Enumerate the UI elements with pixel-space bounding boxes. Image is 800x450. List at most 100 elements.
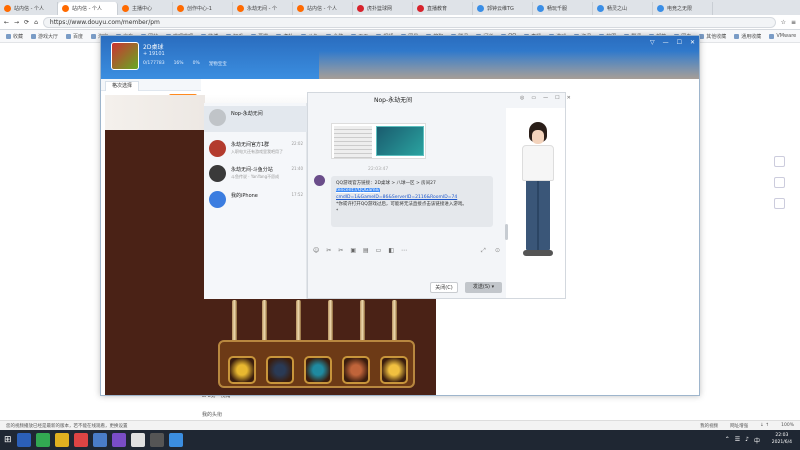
send-button[interactable]: 发送(S) ▾ bbox=[465, 282, 502, 293]
volume-icon[interactable]: ♪ bbox=[745, 436, 749, 445]
settings-icon[interactable]: ◎ bbox=[520, 95, 524, 101]
chat-list-item[interactable]: 永劫无间-斗鱼分站 斗鱼传说 · YanYang不愿成 21:40 bbox=[204, 162, 307, 188]
bookmark-item[interactable]: 其他收藏 bbox=[699, 33, 726, 40]
forward-icon[interactable]: → bbox=[14, 19, 19, 26]
url-input[interactable]: https://www.douyu.com/member/pm bbox=[42, 16, 776, 28]
status-tool[interactable]: 我的视频 bbox=[700, 423, 718, 429]
browser-tab[interactable]: 创作中心-1 bbox=[173, 2, 233, 15]
bookmark-item[interactable]: 百度 bbox=[66, 33, 83, 40]
dropdown-icon[interactable]: ▽ bbox=[650, 39, 655, 46]
home-icon[interactable]: ⌂ bbox=[34, 19, 38, 26]
browser-tab[interactable]: 站内信 - 个人 bbox=[293, 2, 353, 15]
chat-list-item[interactable]: 我的iPhone 17:52 bbox=[204, 188, 307, 214]
back-icon[interactable]: ← bbox=[4, 19, 9, 26]
emoji-icon[interactable]: ☺ bbox=[313, 247, 319, 257]
side-tool-button[interactable] bbox=[774, 177, 785, 188]
folder-icon[interactable]: ▣ bbox=[350, 247, 356, 257]
taskbar-app-icon[interactable] bbox=[73, 433, 88, 447]
network-icon[interactable]: ☰ bbox=[735, 436, 740, 445]
screen-icon[interactable]: ▭ bbox=[376, 247, 382, 257]
side-tool-button[interactable] bbox=[774, 156, 785, 167]
ime-icon[interactable]: 中 bbox=[754, 436, 760, 445]
browser-tab[interactable]: 永劫无间 - 个 bbox=[233, 2, 293, 15]
scissors-icon[interactable]: ✂ bbox=[338, 247, 343, 257]
browser-tab[interactable]: 畅灵之山 bbox=[593, 2, 653, 15]
skill-icon[interactable] bbox=[304, 356, 332, 384]
taskbar-app-icon[interactable] bbox=[92, 433, 107, 447]
taskbar-app-icon[interactable] bbox=[168, 433, 183, 447]
windows-start-icon[interactable]: ⊞ bbox=[4, 435, 12, 445]
bookmark-item[interactable]: 游戏大厅 bbox=[31, 33, 58, 40]
bookmark-label: 收藏 bbox=[13, 33, 24, 40]
browser-tab[interactable]: 郭钟云维TG bbox=[473, 2, 533, 15]
taskbar-clock[interactable]: 22:03 2021/6/4 bbox=[772, 432, 792, 446]
menu-icon[interactable]: ≡ bbox=[791, 19, 796, 26]
gif-icon[interactable]: ✂ bbox=[326, 247, 331, 257]
browser-tab[interactable]: 主播中心 bbox=[118, 2, 173, 15]
message-bubble: QQ游戏官方链接：2D桌球 > 八球一区 > 房间27 tencent://QQ… bbox=[331, 176, 493, 227]
tab-favicon-icon bbox=[597, 5, 604, 12]
qq-nickname: 2D桌球 bbox=[143, 44, 164, 51]
taskbar-app-icon[interactable] bbox=[35, 433, 50, 447]
skill-icon[interactable] bbox=[228, 356, 256, 384]
tab-favicon-icon bbox=[122, 5, 129, 12]
browser-tab[interactable]: 站内信 - 个人 bbox=[58, 2, 118, 15]
taskbar-app-icon[interactable] bbox=[111, 433, 126, 447]
star-icon[interactable]: ☆ bbox=[781, 19, 786, 26]
tab-favicon-icon bbox=[4, 5, 11, 12]
refresh-icon[interactable]: ⟳ bbox=[24, 19, 29, 26]
image-message[interactable] bbox=[331, 123, 426, 159]
qq-stat[interactable]: 宠物宝宝 bbox=[209, 61, 227, 67]
minimize-icon[interactable]: — bbox=[663, 39, 669, 46]
skill-icon[interactable] bbox=[380, 356, 408, 384]
game-link[interactable]: cmdID=1&GameID=86&ServerID=2116&RoomID=7… bbox=[336, 194, 488, 201]
taskbar-app-icon[interactable] bbox=[16, 433, 31, 447]
bookmark-item[interactable]: 收藏 bbox=[6, 33, 23, 40]
browser-tab[interactable]: 直播教育 bbox=[413, 2, 473, 15]
bookmark-item[interactable]: 通用收藏 bbox=[734, 33, 761, 40]
close-icon[interactable]: ✕ bbox=[567, 95, 571, 101]
skill-icon[interactable] bbox=[266, 356, 294, 384]
status-tool[interactable]: 网址增强 bbox=[730, 423, 748, 429]
maximize-icon[interactable]: ☐ bbox=[677, 39, 682, 46]
browser-tab[interactable]: 站内信 - 个人 bbox=[0, 2, 58, 15]
bookmark-item[interactable]: VMware bbox=[769, 33, 796, 39]
browser-tab[interactable]: 虎扑篮球网 bbox=[353, 2, 413, 15]
contact-last-message: 斗鱼传说 · YanYang不愿成 bbox=[231, 174, 280, 179]
restore-icon[interactable]: ▭ bbox=[531, 95, 536, 101]
chevron-up-icon[interactable]: ⌃ bbox=[725, 436, 730, 445]
close-button[interactable]: 关闭(C) bbox=[430, 282, 458, 293]
chat-list-item[interactable]: Nop-永劫无间 bbox=[204, 106, 307, 132]
taskbar-app-icon[interactable] bbox=[149, 433, 164, 447]
maximize-icon[interactable]: ☐ bbox=[555, 95, 559, 101]
qq-header: 2D桌球 + 19101 0/177783 16% 0% 宠物宝宝 ▽ — ☐ … bbox=[101, 36, 699, 79]
minimize-icon[interactable]: — bbox=[543, 95, 548, 101]
side-tool-button[interactable] bbox=[774, 198, 785, 209]
sender-avatar[interactable] bbox=[314, 175, 325, 186]
history-icon[interactable]: ⊙ bbox=[495, 247, 500, 254]
taskbar-app-icon[interactable] bbox=[130, 433, 145, 447]
expand-icon[interactable]: ⤢ bbox=[481, 247, 486, 255]
tab-label: 站内信 - 个人 bbox=[307, 6, 337, 12]
game-avatar[interactable] bbox=[111, 42, 139, 70]
bookmark-icon bbox=[6, 33, 11, 39]
page-list-item[interactable]: 我的头衔 bbox=[202, 411, 222, 418]
clock-time: 22:03 bbox=[775, 433, 789, 438]
chat-input-toolbar: ☺ ✂ ✂ ▣ ▤ ▭ ◧ ⋯ bbox=[313, 247, 503, 257]
tab-label: 创作中心-1 bbox=[187, 6, 212, 12]
browser-tab[interactable]: 畅玩千服 bbox=[533, 2, 593, 15]
skill-icon[interactable] bbox=[342, 356, 370, 384]
bookmark-icon bbox=[66, 33, 72, 39]
image-icon[interactable]: ▤ bbox=[363, 247, 369, 257]
doc-icon[interactable]: ◧ bbox=[388, 247, 394, 257]
tab-room-select[interactable]: 格次选择 bbox=[105, 81, 140, 91]
zoom-level[interactable]: 100% bbox=[781, 423, 794, 429]
status-tool[interactable]: ↓ ↑ bbox=[760, 423, 769, 429]
chat-scrollbar[interactable] bbox=[505, 224, 508, 240]
close-icon[interactable]: ✕ bbox=[690, 39, 695, 46]
browser-tab[interactable]: 电竞之无限 bbox=[653, 2, 713, 15]
chat-list-item[interactable]: 永劫无间官方1群 入职电大还有游戏里我吧用了 22:02 bbox=[204, 137, 307, 163]
more-icon[interactable]: ⋯ bbox=[401, 247, 407, 257]
game-link-selected[interactable]: tencent://QQGame/ bbox=[336, 188, 380, 193]
taskbar-app-icon[interactable] bbox=[54, 433, 69, 447]
